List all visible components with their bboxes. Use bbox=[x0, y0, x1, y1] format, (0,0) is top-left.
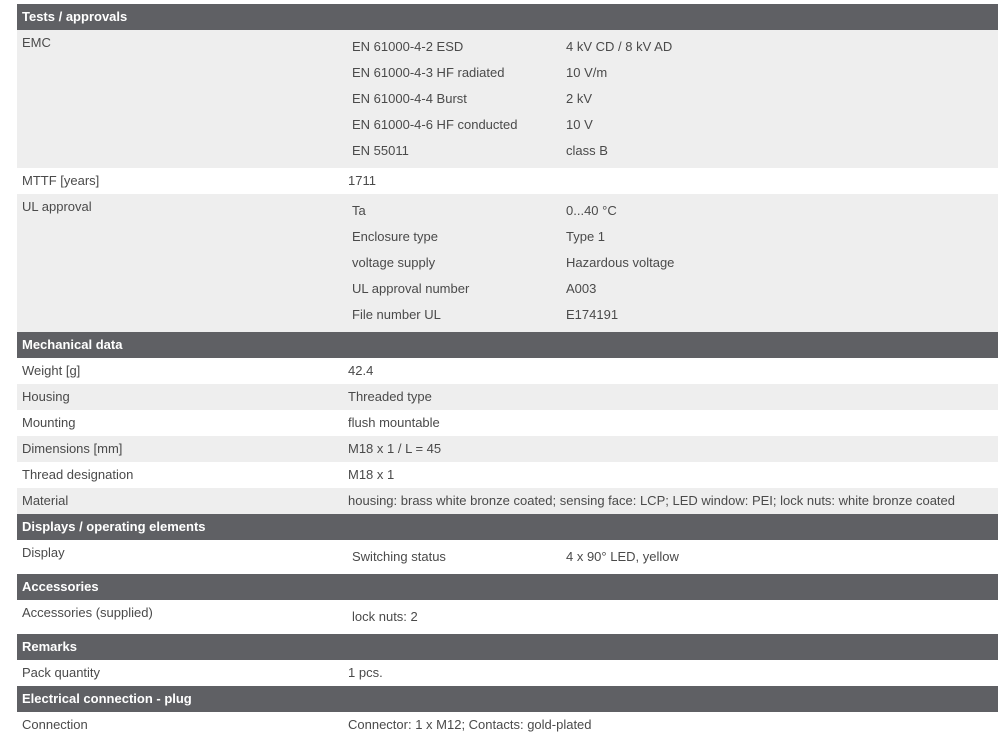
row-label: Mounting bbox=[22, 415, 76, 430]
sub-value: 4 kV CD / 8 kV AD bbox=[566, 39, 673, 54]
sub-row: File number UL E174191 bbox=[17, 302, 998, 328]
sub-row: EN 61000-4-3 HF radiated 10 V/m bbox=[17, 60, 998, 86]
section-header-remarks: Remarks bbox=[17, 634, 998, 660]
sub-key: Switching status bbox=[352, 549, 446, 564]
row-thread-designation: Thread designation M18 x 1 bbox=[17, 462, 998, 488]
sub-row: EN 61000-4-4 Burst 2 kV bbox=[17, 86, 998, 112]
row-ul-approval: UL approval Ta 0...40 °C Enclosure type … bbox=[17, 194, 998, 332]
row-display: Display Switching status 4 x 90° LED, ye… bbox=[17, 540, 998, 574]
row-material: Material housing: brass white bronze coa… bbox=[17, 488, 998, 514]
sub-row: Enclosure type Type 1 bbox=[17, 224, 998, 250]
section-header-electrical-connection: Electrical connection - plug bbox=[17, 686, 998, 712]
row-value: Connector: 1 x M12; Contacts: gold-plate… bbox=[348, 717, 592, 732]
sub-key: EN 61000-4-6 HF conducted bbox=[352, 117, 518, 132]
sub-value: 0...40 °C bbox=[566, 203, 617, 218]
sub-row: UL approval number A003 bbox=[17, 276, 998, 302]
row-connection: Connection Connector: 1 x M12; Contacts:… bbox=[17, 712, 998, 738]
row-weight: Weight [g] 42.4 bbox=[17, 358, 998, 384]
row-label: Thread designation bbox=[22, 467, 134, 482]
row-label: Pack quantity bbox=[22, 665, 101, 680]
row-label: MTTF [years] bbox=[22, 173, 100, 188]
row-label: Material bbox=[22, 493, 69, 508]
row-value: housing: brass white bronze coated; sens… bbox=[348, 493, 956, 508]
sub-value: 4 x 90° LED, yellow bbox=[566, 549, 679, 564]
accessories-subrows: lock nuts: 2 bbox=[17, 600, 998, 634]
row-housing: Housing Threaded type bbox=[17, 384, 998, 410]
sub-key: voltage supply bbox=[352, 255, 436, 270]
sub-key: EN 61000-4-2 ESD bbox=[352, 39, 464, 54]
sub-key: EN 61000-4-4 Burst bbox=[352, 91, 467, 106]
row-label: Weight [g] bbox=[22, 363, 81, 378]
sub-value: 10 V bbox=[566, 117, 593, 132]
section-header-mechanical-data: Mechanical data bbox=[17, 332, 998, 358]
row-pack-quantity: Pack quantity 1 pcs. bbox=[17, 660, 998, 686]
sub-key: Ta bbox=[352, 203, 366, 218]
section-header-tests-approvals: Tests / approvals bbox=[17, 4, 998, 30]
sub-row: EN 61000-4-6 HF conducted 10 V bbox=[17, 112, 998, 138]
sub-key: UL approval number bbox=[352, 281, 470, 296]
sub-key: File number UL bbox=[352, 307, 441, 322]
sub-value: Hazardous voltage bbox=[566, 255, 675, 270]
sub-value: 2 kV bbox=[566, 91, 593, 106]
section-header-displays: Displays / operating elements bbox=[17, 514, 998, 540]
emc-subrows: EN 61000-4-2 ESD 4 kV CD / 8 kV AD EN 61… bbox=[17, 30, 998, 168]
sub-row: voltage supply Hazardous voltage bbox=[17, 250, 998, 276]
row-value: 42.4 bbox=[348, 363, 374, 378]
row-value: flush mountable bbox=[348, 415, 440, 430]
sub-key: Enclosure type bbox=[352, 229, 438, 244]
row-mounting: Mounting flush mountable bbox=[17, 410, 998, 436]
sub-key: EN 55011 bbox=[352, 143, 409, 158]
row-mttf: MTTF [years] 1711 bbox=[17, 168, 998, 194]
sub-value: class B bbox=[566, 143, 608, 158]
sub-key: EN 61000-4-3 HF radiated bbox=[352, 65, 505, 80]
row-label: Connection bbox=[22, 717, 88, 732]
sub-row: EN 55011 class B bbox=[17, 138, 998, 164]
sub-row: Ta 0...40 °C bbox=[17, 198, 998, 224]
sub-row: Switching status 4 x 90° LED, yellow bbox=[17, 544, 998, 570]
row-accessories-supplied: Accessories (supplied) lock nuts: 2 bbox=[17, 600, 998, 634]
row-value: M18 x 1 bbox=[348, 467, 395, 482]
row-emc: EMC EN 61000-4-2 ESD 4 kV CD / 8 kV AD E… bbox=[17, 30, 998, 168]
sub-row: lock nuts: 2 bbox=[17, 604, 998, 630]
row-label: Dimensions [mm] bbox=[22, 441, 123, 456]
sub-value: Type 1 bbox=[566, 229, 606, 244]
sub-row: EN 61000-4-2 ESD 4 kV CD / 8 kV AD bbox=[17, 34, 998, 60]
sub-value: A003 bbox=[566, 281, 597, 296]
sub-value: E174191 bbox=[566, 307, 619, 322]
row-value: 1 pcs. bbox=[348, 665, 383, 680]
ul-subrows: Ta 0...40 °C Enclosure type Type 1 volta… bbox=[17, 194, 998, 332]
row-label: Housing bbox=[22, 389, 70, 404]
datasheet-table: Tests / approvals EMC EN 61000-4-2 ESD 4… bbox=[17, 4, 998, 738]
section-header-accessories: Accessories bbox=[17, 574, 998, 600]
display-subrows: Switching status 4 x 90° LED, yellow bbox=[17, 540, 998, 574]
row-value: Threaded type bbox=[348, 389, 432, 404]
row-dimensions: Dimensions [mm] M18 x 1 / L = 45 bbox=[17, 436, 998, 462]
sub-value: 10 V/m bbox=[566, 65, 608, 80]
row-value: M18 x 1 / L = 45 bbox=[348, 441, 442, 456]
row-value: 1711 bbox=[348, 173, 376, 188]
sub-key: lock nuts: 2 bbox=[352, 609, 418, 624]
